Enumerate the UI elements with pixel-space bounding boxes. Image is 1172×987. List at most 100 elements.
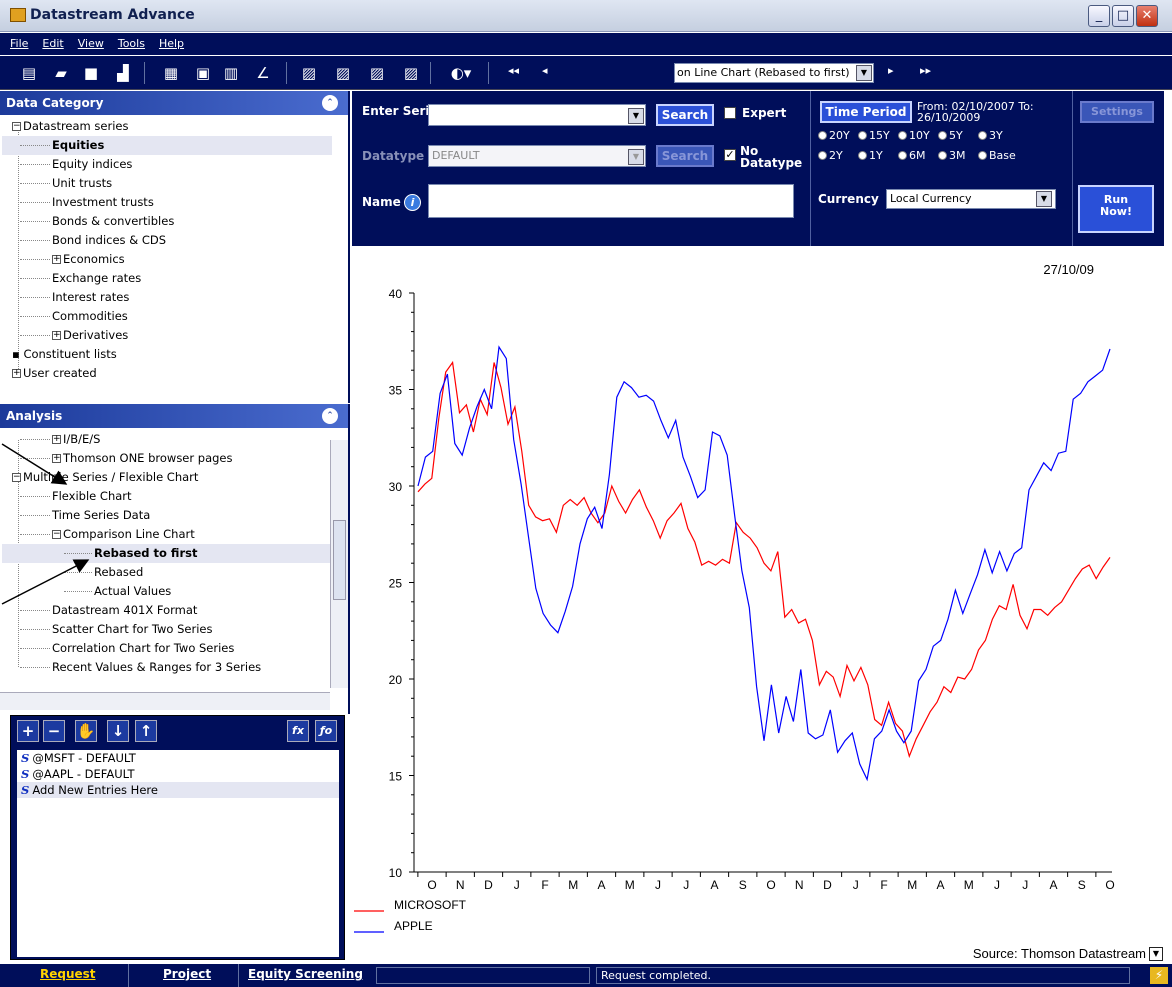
- chart-icon-3[interactable]: ▨: [366, 62, 388, 84]
- tree-item[interactable]: Unit trusts: [2, 174, 332, 193]
- copy-chart-icon[interactable]: ▦: [160, 62, 182, 84]
- radio-6m[interactable]: 6M: [898, 149, 926, 162]
- menu-tools[interactable]: Tools: [118, 37, 145, 50]
- edit-chart-icon[interactable]: ▥: [220, 62, 242, 84]
- line-chart: 10 15 20 25 30 35 40 O N D J F M A M J J A S O N D J F M A M J J A S O 2…: [354, 262, 1146, 961]
- run-now-button[interactable]: Run Now!: [1078, 185, 1154, 233]
- expert-checkbox[interactable]: [724, 107, 736, 119]
- chart-type-select[interactable]: on Line Chart (Rebased to first): [674, 63, 874, 83]
- name-input[interactable]: [428, 184, 794, 218]
- radio-2y[interactable]: 2Y: [818, 149, 843, 162]
- collapse-tree-icon[interactable]: −: [12, 122, 21, 131]
- menu-help[interactable]: Help: [159, 37, 184, 50]
- info-icon[interactable]: i: [404, 194, 421, 211]
- x-tick-label: M: [568, 878, 578, 892]
- radio-10y[interactable]: 10Y: [898, 129, 930, 142]
- search-button-disabled[interactable]: Search: [656, 145, 714, 167]
- menu-view[interactable]: View: [78, 37, 104, 50]
- time-period-button[interactable]: Time Period: [820, 101, 912, 123]
- radio-5y[interactable]: 5Y: [938, 129, 963, 142]
- y-tick-label: 40: [389, 287, 403, 301]
- close-button[interactable]: ✕: [1136, 5, 1158, 27]
- function-icon[interactable]: fx: [287, 720, 309, 742]
- last-icon[interactable]: ▸▸: [920, 64, 931, 77]
- scroll-thumb[interactable]: [333, 520, 346, 600]
- draw-icon[interactable]: ∠: [252, 62, 274, 84]
- tree-item[interactable]: Recent Values & Ranges for 3 Series: [2, 658, 330, 677]
- new-icon[interactable]: ▤: [18, 62, 40, 84]
- no-datatype-checkbox[interactable]: ✓: [724, 149, 736, 161]
- chart-icon-1[interactable]: ▨: [298, 62, 320, 84]
- remove-icon[interactable]: −: [43, 720, 65, 742]
- x-tick-label: M: [964, 878, 974, 892]
- excel-icon[interactable]: ▣: [192, 62, 214, 84]
- tree-item[interactable]: Investment trusts: [2, 193, 332, 212]
- radio-3y[interactable]: 3Y: [978, 129, 1003, 142]
- tree-item[interactable]: Scatter Chart for Two Series: [2, 620, 330, 639]
- chevron-down-icon[interactable]: ▼: [856, 65, 872, 81]
- status-bar: Request Project Equity Screening Request…: [0, 964, 1172, 987]
- radio-3m[interactable]: 3M: [938, 149, 966, 162]
- currency-select[interactable]: Local Currency: [886, 189, 1056, 209]
- collapse-icon[interactable]: ⌃: [322, 408, 338, 424]
- search-button[interactable]: Search: [656, 104, 714, 126]
- series-input[interactable]: [428, 104, 646, 126]
- tab-request[interactable]: Request: [40, 967, 96, 981]
- tab-project[interactable]: Project: [163, 967, 211, 981]
- tree-item[interactable]: Interest rates: [2, 288, 332, 307]
- tree-item[interactable]: + Derivatives: [2, 326, 332, 345]
- collapse-icon[interactable]: ⌃: [322, 95, 338, 111]
- globe-dropdown-icon[interactable]: ◐▾: [444, 62, 478, 84]
- tree-item[interactable]: + User created: [2, 364, 332, 383]
- datatype-input[interactable]: DEFAULT: [428, 145, 646, 167]
- add-new-entry[interactable]: S Add New Entries Here: [17, 782, 339, 798]
- tree-item[interactable]: Correlation Chart for Two Series: [2, 639, 330, 658]
- radio-20y[interactable]: 20Y: [818, 129, 850, 142]
- tree-item[interactable]: − Datastream series: [2, 117, 332, 136]
- tab-equity-screening[interactable]: Equity Screening: [248, 967, 363, 981]
- tree-item[interactable]: Bond indices & CDS: [2, 231, 332, 250]
- expression-icon[interactable]: ƒo: [315, 720, 337, 742]
- minimize-button[interactable]: _: [1088, 5, 1110, 27]
- settings-button[interactable]: Settings: [1080, 101, 1154, 123]
- chevron-down-icon[interactable]: ▼: [1149, 947, 1163, 961]
- vertical-scrollbar[interactable]: [330, 440, 348, 688]
- print-icon[interactable]: ▟: [112, 62, 134, 84]
- tree-item[interactable]: Commodities: [2, 307, 332, 326]
- open-icon[interactable]: ▰: [50, 62, 72, 84]
- tree-item[interactable]: Bonds & convertibles: [2, 212, 332, 231]
- save-icon[interactable]: ■: [80, 62, 102, 84]
- tree-item[interactable]: Exchange rates: [2, 269, 332, 288]
- tree-item[interactable]: + Economics: [2, 250, 332, 269]
- radio-base[interactable]: Base: [978, 149, 1016, 162]
- maximize-button[interactable]: □: [1112, 5, 1134, 27]
- expand-icon[interactable]: +: [52, 331, 61, 340]
- expand-icon[interactable]: +: [12, 369, 21, 378]
- move-down-icon[interactable]: ↓: [107, 720, 129, 742]
- move-up-icon[interactable]: ↑: [135, 720, 157, 742]
- chart-icon-2[interactable]: ▨: [332, 62, 354, 84]
- chart-area: 10 15 20 25 30 35 40 O N D J F M A M J J A S O N D J F M A M J J A S O 2…: [352, 247, 1172, 963]
- radio-15y[interactable]: 15Y: [858, 129, 890, 142]
- menu-file[interactable]: File: [10, 37, 28, 50]
- tree-item[interactable]: Equities: [2, 136, 332, 155]
- chevron-down-icon[interactable]: ▼: [1036, 191, 1052, 207]
- chevron-down-icon[interactable]: ▼: [628, 149, 644, 165]
- series-entry[interactable]: S @AAPL - DEFAULT: [17, 766, 339, 782]
- chevron-down-icon[interactable]: ▼: [628, 108, 644, 124]
- next-icon[interactable]: ▸: [888, 64, 894, 77]
- x-tick-label: J: [994, 878, 1000, 892]
- hand-icon[interactable]: ✋: [75, 720, 97, 742]
- tree-item[interactable]: ▪ Constituent lists: [2, 345, 332, 364]
- tree-item[interactable]: Equity indices: [2, 155, 332, 174]
- prev-icon[interactable]: ◂: [542, 64, 548, 77]
- x-tick-label: D: [484, 878, 493, 892]
- series-entry[interactable]: S @MSFT - DEFAULT: [17, 750, 339, 766]
- expand-icon[interactable]: +: [52, 255, 61, 264]
- add-icon[interactable]: +: [17, 720, 39, 742]
- radio-1y[interactable]: 1Y: [858, 149, 883, 162]
- horizontal-scrollbar[interactable]: [0, 692, 330, 710]
- first-icon[interactable]: ◂◂: [508, 64, 519, 77]
- menu-edit[interactable]: Edit: [42, 37, 63, 50]
- chart-icon-4[interactable]: ▨: [400, 62, 422, 84]
